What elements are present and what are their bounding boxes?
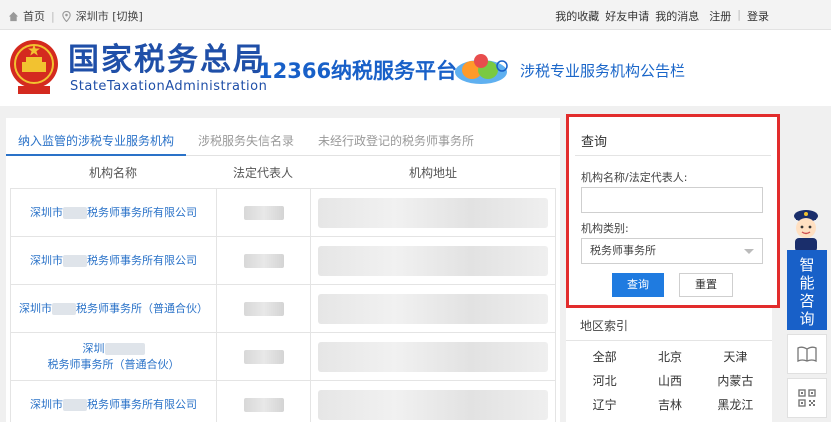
redacted-representative [243,349,284,364]
brand-title: 国家税务总局 [68,42,266,78]
reset-button[interactable]: 重置 [679,273,733,297]
favorites-link[interactable]: 我的收藏 [555,8,599,24]
register-link[interactable]: 注册 [709,8,731,24]
redacted-text [63,206,87,219]
region-list: 全部 北京 天津 河北 山西 内蒙古 辽宁 吉林 黑龙江 [572,348,768,414]
tab-dishonest-list[interactable]: 涉税服务失信名录 [186,128,306,156]
region-item-tianjin[interactable]: 天津 [703,348,768,366]
name-field-label: 机构名称/法定代表人: [581,171,688,184]
type-selected-value: 税务师事务所 [590,244,656,257]
institution-name-link[interactable]: 深圳税务师事务所（普通合伙） [11,341,216,373]
guide-book-button[interactable] [787,334,827,374]
column-header-name: 机构名称 [88,166,137,180]
institution-name-link[interactable]: 深圳市 税务师事务所有限公司 [22,397,205,413]
redacted-text [63,254,87,267]
search-button[interactable]: 查询 [612,273,664,297]
board-title: 涉税专业服务机构公告栏 [520,62,686,80]
region-item-hebei[interactable]: 河北 [572,372,637,390]
query-title: 查询 [581,135,608,150]
region-item-liaoning[interactable]: 辽宁 [572,396,637,414]
institution-name-link[interactable]: 深圳市 税务师事务所有限公司 [22,205,205,221]
friend-request-link[interactable]: 好友申请 [605,8,649,24]
region-item-all[interactable]: 全部 [572,348,637,366]
book-icon [797,346,817,362]
type-field-label: 机构类别: [581,222,629,235]
institution-name-link[interactable]: 深圳市 税务师事务所有限公司 [22,253,205,269]
tab-supervised-institutions[interactable]: 纳入监管的涉税专业服务机构 [6,128,187,156]
divider [566,340,772,341]
redacted-address [318,197,548,228]
table-row: 深圳税务师事务所（普通合伙） [10,332,556,380]
redacted-representative [243,253,284,268]
smart-consult-button[interactable]: 智能咨询 [787,250,827,330]
table-row: 深圳市 税务师事务所有限公司 [10,236,556,284]
login-link[interactable]: 登录 [747,8,769,24]
institution-table: 深圳市 税务师事务所有限公司 深圳市 税务师事务所有限公司 深圳市 税务师事务所（普通… [10,188,556,422]
home-icon [8,11,19,21]
redacted-text [104,342,145,355]
column-header-address: 机构地址 [408,166,457,180]
region-index-panel: 地区索引 全部 北京 天津 河北 山西 内蒙古 辽宁 吉林 黑龙江 [566,308,772,422]
redacted-text [63,398,87,411]
institution-list-panel: 纳入监管的涉税专业服务机构 涉税服务失信名录 未经行政登记的税务师事务所 机构名… [6,118,560,422]
table-header: 机构名称 法定代表人 机构地址 [10,160,556,186]
region-item-heilongjiang[interactable]: 黑龙江 [703,396,768,414]
region-title: 地区索引 [580,319,629,333]
redacted-representative [243,301,284,316]
table-row: 深圳市 税务师事务所有限公司 [10,380,556,422]
redacted-representative [243,397,284,412]
region-item-inner-mongolia[interactable]: 内蒙古 [703,372,768,390]
query-panel: 查询 机构名称/法定代表人: 机构类别: 税务师事务所 查询 重置 [566,114,780,308]
name-representative-input[interactable] [581,187,763,213]
city-switch[interactable]: 深圳市 [切换] [76,8,143,24]
redacted-address [318,293,548,324]
location-pin-icon [62,10,71,22]
chevron-down-icon [744,249,754,254]
qr-code-button[interactable] [787,378,827,418]
redacted-representative [243,205,284,220]
home-link[interactable]: 首页 [23,8,45,24]
column-header-representative: 法定代表人 [232,166,293,180]
brand-subtitle: StateTaxationAdministration [70,79,268,94]
tab-unregistered-firms[interactable]: 未经行政登记的税务师事务所 [306,128,486,156]
region-item-shanxi[interactable]: 山西 [637,372,702,390]
redacted-address [318,389,548,420]
tab-bar: 纳入监管的涉税专业服务机构 涉税服务失信名录 未经行政登记的税务师事务所 [6,128,560,156]
top-bar: 首页 | 深圳市 [切换] 我的收藏 好友申请 我的消息 注册 | 登录 [0,0,831,30]
tax-officer-mascot-icon [794,210,818,252]
table-row: 深圳市 税务师事务所（普通合伙） [10,284,556,332]
redacted-text [52,302,76,315]
region-item-beijing[interactable]: 北京 [637,348,702,366]
institution-name-link[interactable]: 深圳市 税务师事务所（普通合伙） [11,301,216,317]
redacted-address [318,245,548,276]
institution-type-select[interactable]: 税务师事务所 [581,238,763,264]
redacted-address [318,341,548,372]
platform-title: 12366纳税服务平台 [258,59,458,83]
service-badge-logo [455,54,508,84]
smart-consult-label: 智能咨询 [799,256,815,328]
region-item-jilin[interactable]: 吉林 [637,396,702,414]
site-header: 国家税务总局 StateTaxationAdministration 12366… [0,31,831,105]
messages-link[interactable]: 我的消息 [655,8,699,24]
table-row: 深圳市 税务师事务所有限公司 [10,188,556,236]
divider [575,155,771,156]
qr-code-icon [798,389,816,407]
national-emblem-logo [10,40,58,94]
